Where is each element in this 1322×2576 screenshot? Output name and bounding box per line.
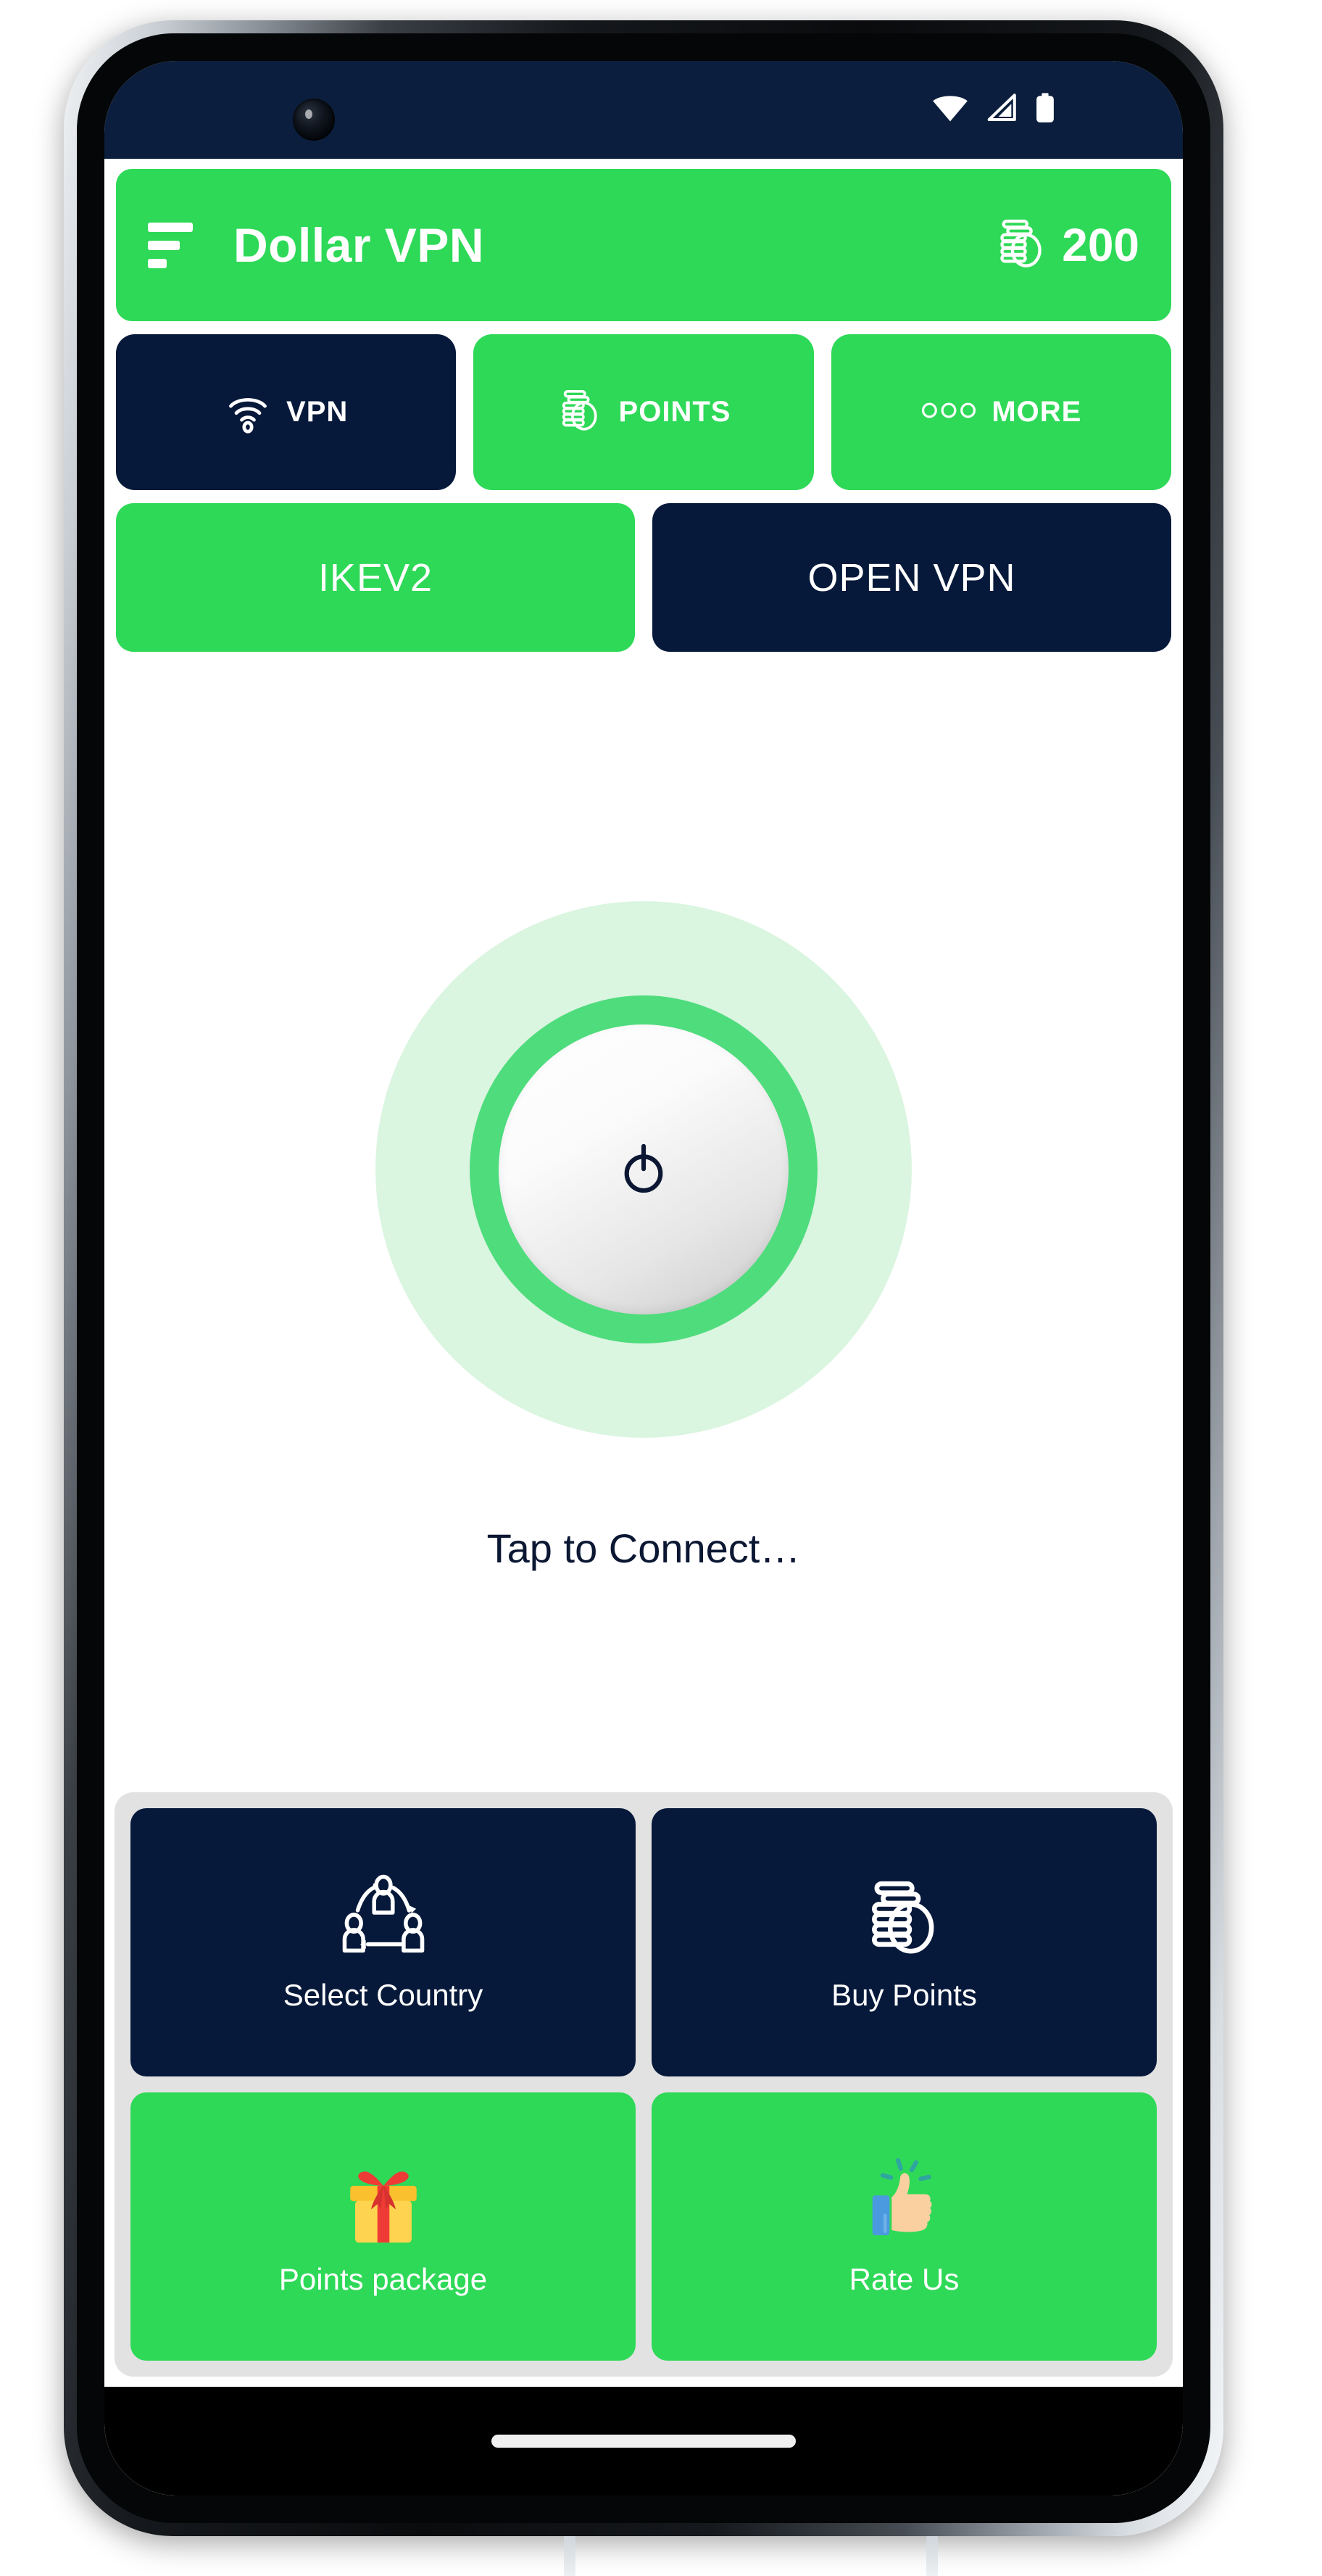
status-bar: [104, 61, 1183, 159]
card-buy-points-label: Buy Points: [831, 1977, 977, 2012]
power-button-core: [499, 1024, 789, 1314]
battery-icon: [1034, 92, 1056, 128]
phone-frame: Dollar VPN 200 VPN POINTS MORE IKEV2 OPE…: [64, 20, 1223, 2576]
app-header-bar: Dollar VPN 200: [116, 169, 1171, 321]
tab-points[interactable]: POINTS: [473, 334, 814, 490]
card-rate-us[interactable]: Rate Us: [652, 2092, 1157, 2361]
protocol-ikev2-label: IKEV2: [317, 555, 433, 600]
connect-region: Tap to Connect…: [104, 652, 1183, 1792]
wifi-icon: [224, 386, 272, 438]
status-bar-icons: [931, 61, 1056, 159]
front-camera-punch-hole: [293, 99, 335, 141]
app-body: Dollar VPN 200 VPN POINTS MORE IKEV2 OPE…: [104, 159, 1183, 2496]
network-users-icon: [337, 1873, 430, 1966]
tab-vpn-label: VPN: [286, 396, 349, 428]
hamburger-menu-icon[interactable]: [148, 222, 193, 268]
phone-inner-bezel: Dollar VPN 200 VPN POINTS MORE IKEV2 OPE…: [77, 33, 1210, 2523]
coin-stack-icon: [994, 215, 1050, 276]
protocol-button-ikev2[interactable]: IKEV2: [116, 503, 635, 652]
tabs-row: VPN POINTS MORE: [116, 334, 1171, 490]
tab-more-label: MORE: [991, 396, 1082, 428]
bottom-actions-panel: Select Country Buy Points Points package…: [115, 1792, 1173, 2377]
tab-points-label: POINTS: [618, 396, 731, 428]
protocol-button-openvpn[interactable]: OPEN VPN: [652, 503, 1171, 652]
protocol-row: IKEV2 OPEN VPN: [116, 503, 1171, 652]
points-balance-value: 200: [1062, 219, 1139, 271]
system-navigation-bar: [104, 2387, 1183, 2496]
page-title: Dollar VPN: [233, 218, 485, 272]
power-toggle-button[interactable]: [375, 901, 912, 1438]
connection-status-text: Tap to Connect…: [486, 1525, 801, 1571]
power-icon: [610, 1135, 677, 1205]
tab-more[interactable]: MORE: [831, 334, 1171, 490]
wifi-icon: [931, 94, 969, 126]
card-select-country[interactable]: Select Country: [130, 1808, 636, 2076]
home-gesture-pill[interactable]: [491, 2435, 796, 2448]
gift-box-icon: [340, 2157, 427, 2250]
cellular-signal-icon: [985, 94, 1018, 126]
protocol-openvpn-label: OPEN VPN: [807, 555, 1016, 600]
card-points-package-label: Points package: [278, 2261, 488, 2296]
thumbs-up-icon: [861, 2157, 948, 2250]
card-points-package[interactable]: Points package: [130, 2092, 636, 2361]
points-balance[interactable]: 200: [994, 215, 1139, 276]
card-buy-points[interactable]: Buy Points: [652, 1808, 1157, 2076]
phone-screen: Dollar VPN 200 VPN POINTS MORE IKEV2 OPE…: [104, 61, 1183, 2496]
coin-stack-icon: [862, 1873, 947, 1966]
tab-vpn[interactable]: VPN: [116, 334, 457, 490]
three-dots-icon: [920, 399, 977, 425]
card-rate-us-label: Rate Us: [849, 2261, 960, 2296]
coin-stack-icon: [557, 386, 604, 438]
card-select-country-label: Select Country: [283, 1977, 483, 2012]
